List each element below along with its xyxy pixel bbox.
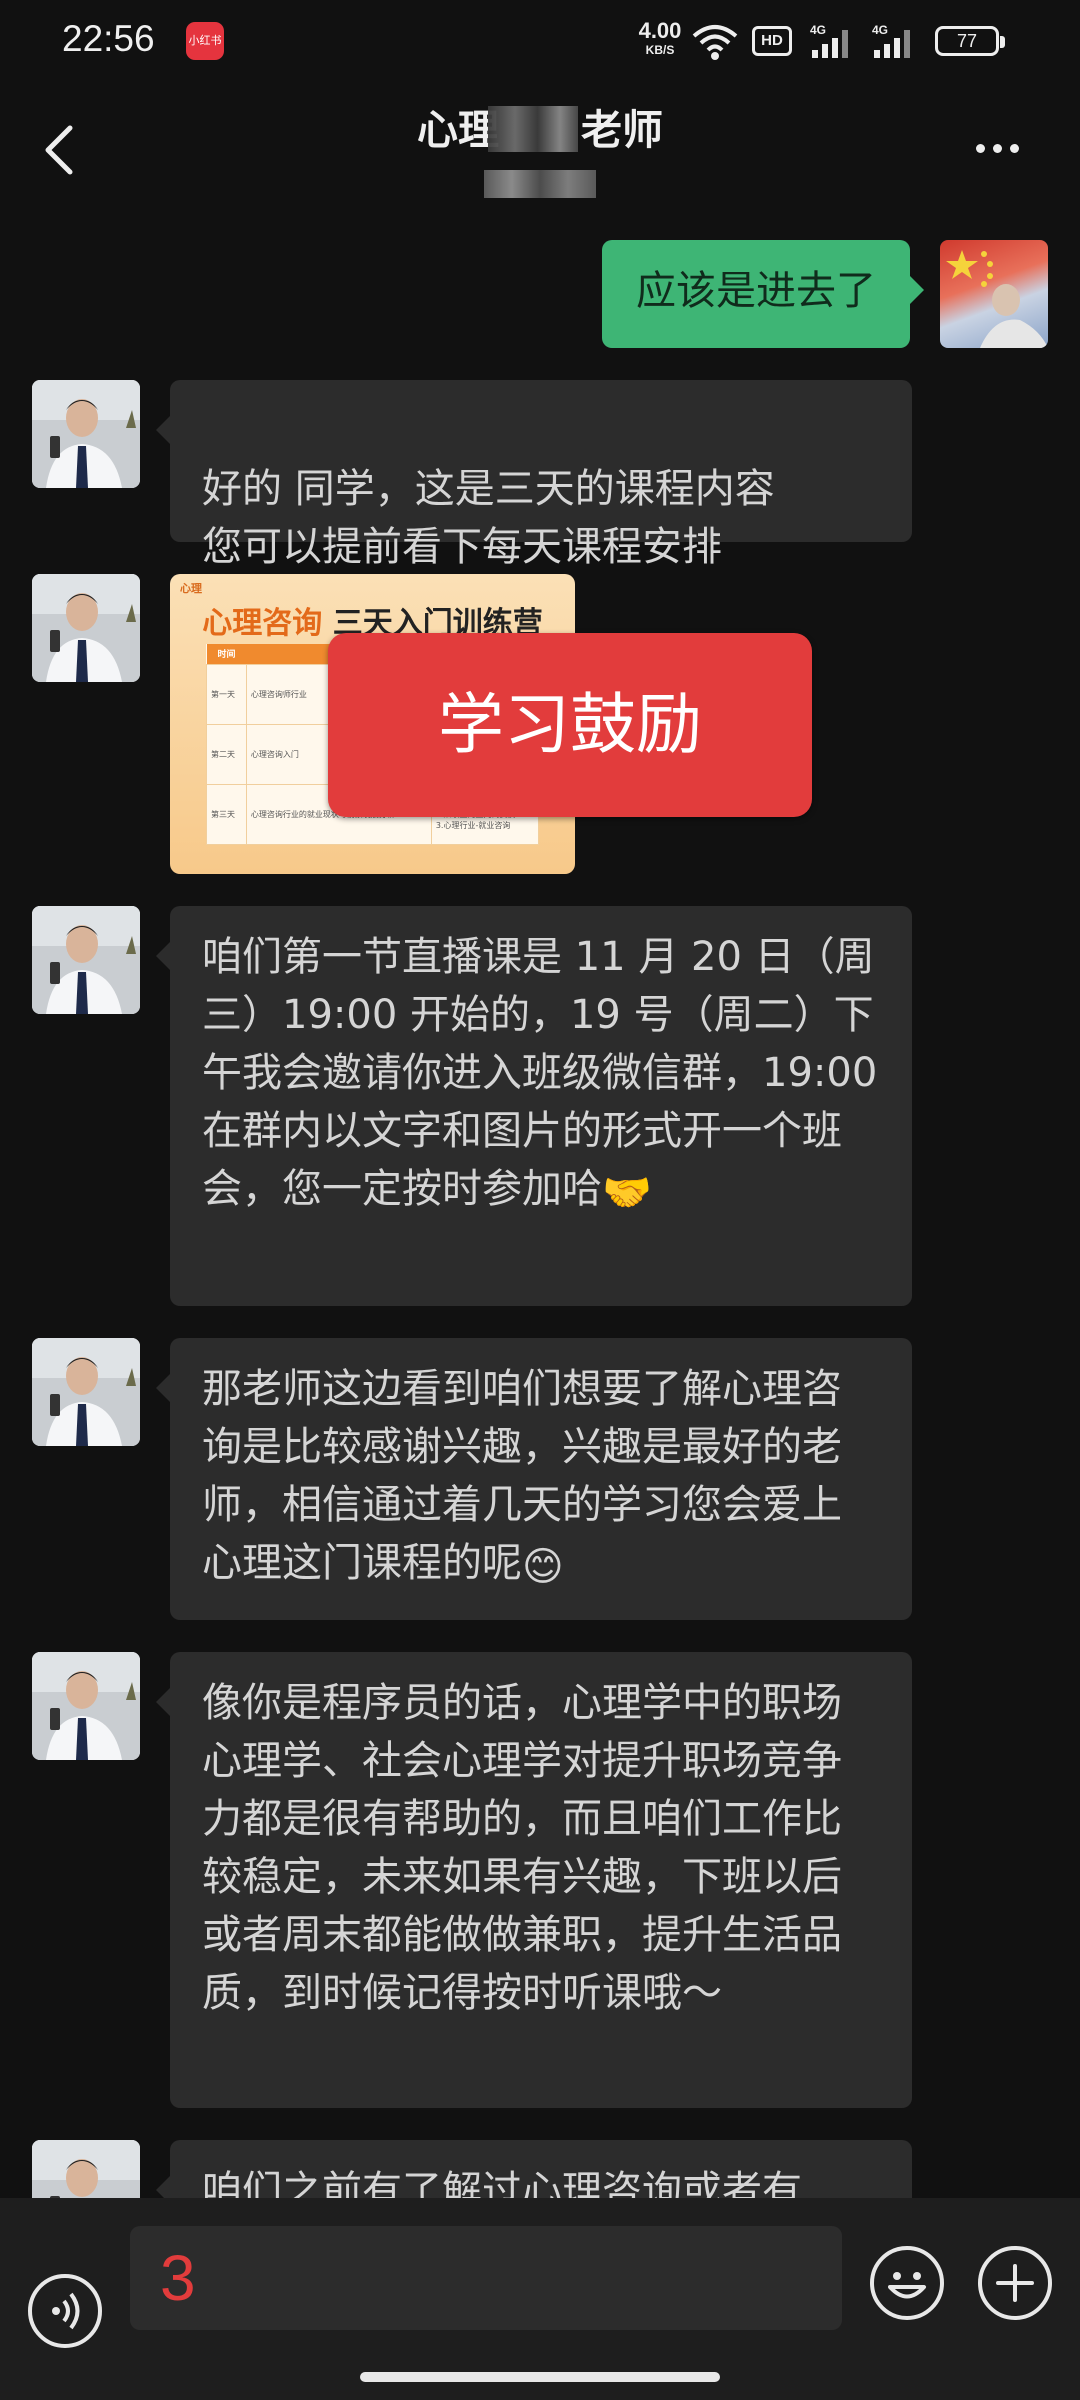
signal-icon: 4G bbox=[810, 23, 848, 58]
my-message-bubble[interactable]: 应该是进去了 bbox=[602, 240, 924, 348]
brand-logo-icon: 心理 bbox=[180, 582, 202, 595]
message-text: 咱们第一节直播课是 11 月 20 日（周三）19:00 开始的，19 号（周二… bbox=[202, 934, 878, 1212]
message-text: 应该是进去了 bbox=[636, 268, 876, 314]
net-speed-unit: KB/S bbox=[645, 43, 675, 57]
title-mosaic bbox=[488, 106, 578, 152]
message-input[interactable]: 3 bbox=[130, 2226, 842, 2330]
status-bar: 22:56 小红书 4.00 KB/S HD 4G 4G 77 bbox=[0, 0, 1080, 84]
smile-emoji-icon: 😊 bbox=[522, 1544, 564, 1590]
teacher-avatar[interactable] bbox=[32, 1652, 140, 1760]
more-functions-button[interactable] bbox=[978, 2246, 1052, 2320]
message-text: 像你是程序员的话，心理学中的职场心理学、社会心理学对提升职场竞争力都是很有帮助的… bbox=[202, 1680, 842, 2016]
wifi-icon bbox=[692, 25, 738, 60]
teacher-avatar[interactable] bbox=[32, 906, 140, 1014]
emoji-button[interactable] bbox=[870, 2246, 944, 2320]
voice-input-button[interactable] bbox=[28, 2274, 102, 2348]
net-speed: 4.00 KB/S bbox=[630, 18, 690, 57]
voice-icon bbox=[52, 2292, 80, 2330]
home-indicator[interactable] bbox=[360, 2372, 720, 2382]
my-avatar[interactable] bbox=[940, 240, 1048, 348]
teacher-message-bubble[interactable]: 咱们第一节直播课是 11 月 20 日（周三）19:00 开始的，19 号（周二… bbox=[156, 906, 912, 1306]
more-options-icon[interactable] bbox=[976, 138, 1036, 160]
signal-icon-2: 4G bbox=[872, 23, 910, 58]
teacher-avatar[interactable] bbox=[32, 574, 140, 682]
china-flag-icon bbox=[946, 250, 1048, 348]
teacher-message-bubble[interactable]: 像你是程序员的话，心理学中的职场心理学、社会心理学对提升职场竞争力都是很有帮助的… bbox=[156, 1652, 912, 2108]
message-text: 好的 同学，这是三天的课程内容 您可以提前看下每天课程安排 bbox=[202, 466, 775, 570]
net-speed-value: 4.00 bbox=[638, 18, 682, 43]
handshake-emoji-icon: 🤝 bbox=[602, 1170, 652, 1216]
hd-icon: HD bbox=[752, 26, 792, 56]
smiley-icon bbox=[888, 2272, 926, 2299]
teacher-message-bubble[interactable]: 好的 同学，这是三天的课程内容 您可以提前看下每天课程安排 bbox=[156, 380, 912, 570]
teacher-avatar[interactable] bbox=[32, 380, 140, 488]
teacher-message-bubble[interactable]: 那老师这边看到咱们想要了解心理咨询是比较感谢兴趣，兴趣是最好的老师，相信通过着几… bbox=[156, 1338, 912, 1620]
chat-header: 心理 老师 bbox=[0, 84, 1080, 214]
signal-label: 4G bbox=[810, 23, 826, 37]
signal-label-2: 4G bbox=[872, 23, 888, 37]
learning-encouragement-overlay: 学习鼓励 bbox=[328, 633, 812, 817]
subtitle-mosaic bbox=[484, 170, 596, 198]
xiaohongshu-app-icon: 小红书 bbox=[186, 22, 224, 60]
plus-icon bbox=[996, 2264, 1034, 2302]
battery-icon: 77 bbox=[935, 26, 1005, 56]
teacher-avatar[interactable] bbox=[32, 1338, 140, 1446]
clock: 22:56 bbox=[62, 18, 155, 59]
input-bar: 3 bbox=[0, 2198, 1080, 2400]
